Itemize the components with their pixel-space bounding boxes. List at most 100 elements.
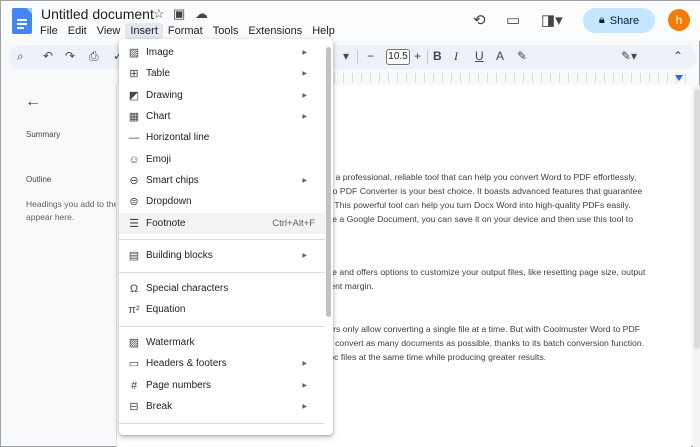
italic-icon[interactable]: I <box>454 49 458 64</box>
menu-item-page-numbers[interactable]: # Page numbers ▶ <box>119 375 325 396</box>
text-line: use and offers options to customize your… <box>323 267 646 277</box>
undo-icon[interactable]: ↶ <box>43 49 53 63</box>
break-icon: ⊟ <box>129 401 139 413</box>
menu-item-label: Headers & footers <box>146 358 227 369</box>
text-line: an convert as many documents as possible… <box>323 338 645 348</box>
docs-logo-icon[interactable] <box>12 8 32 34</box>
outline-sidebar: ← Summary Outline Headings you add to th… <box>1 85 121 447</box>
menu-item-label: Dropdown <box>146 196 192 207</box>
redo-icon[interactable]: ↷ <box>65 49 75 63</box>
menu-item-footnote[interactable]: ☰ Footnote Ctrl+Alt+F <box>119 213 325 234</box>
title-bar: Untitled document ☆ ▣ ☁ File Edit View I… <box>1 1 700 41</box>
bold-icon[interactable]: B <box>433 49 442 63</box>
menu-scrollbar[interactable] <box>326 47 331 317</box>
omega-icon: Ω <box>129 282 139 295</box>
insert-menu: ▨ Image ▶ ⊞ Table ▶ ◩ Drawing ▶ ▦ Chart … <box>119 39 333 435</box>
outline-hint: Headings you add to the appear here. <box>26 198 126 224</box>
text-line: Doc files at the same time while produci… <box>323 352 547 362</box>
menu-file[interactable]: File <box>35 23 63 39</box>
avatar[interactable]: h <box>668 9 690 31</box>
menu-item-emoji[interactable]: ☺ Emoji <box>119 149 325 170</box>
print-icon[interactable]: ⎙ <box>89 49 99 64</box>
decrease-font-size-icon[interactable]: − <box>367 49 374 63</box>
text-line: rters only allow converting a single fil… <box>323 324 641 334</box>
search-menus-icon[interactable]: ⌕ <box>17 49 24 64</box>
menu-item-building-blocks[interactable]: ▤ Building blocks ▶ <box>119 245 325 266</box>
paragraph-3[interactable]: rters only allow converting a single fil… <box>323 322 644 364</box>
highlight-color-icon[interactable]: ✎ <box>517 49 527 63</box>
menu-item-label: Horizontal line <box>146 132 210 143</box>
menu-item-watermark[interactable]: ▨ Watermark <box>119 332 325 353</box>
menu-item-smart-chips[interactable]: ⊖ Smart chips ▶ <box>119 170 325 191</box>
menu-divider <box>119 326 325 327</box>
menu-item-label: Emoji <box>146 154 172 165</box>
menu-divider <box>119 239 325 240</box>
editing-mode-icon[interactable]: ✎▾ <box>621 49 637 63</box>
increase-font-size-icon[interactable]: + <box>414 49 421 63</box>
text-line: ave a Google Document, you can save it o… <box>323 214 634 224</box>
submenu-arrow-icon: ▶ <box>302 71 307 77</box>
document-scrollbar[interactable] <box>693 85 700 447</box>
submenu-arrow-icon: ▶ <box>302 383 307 389</box>
submenu-arrow-icon: ▶ <box>302 114 307 120</box>
watermark-icon: ▨ <box>128 337 140 349</box>
submenu-arrow-icon: ▶ <box>302 93 307 99</box>
text-color-icon[interactable]: A <box>496 49 504 63</box>
paragraph-2[interactable]: use and offers options to customize your… <box>323 265 645 293</box>
meet-icon[interactable]: ◨▾ <box>541 11 563 29</box>
menu-edit[interactable]: Edit <box>63 23 92 39</box>
shortcut-label: Ctrl+Alt+F <box>272 218 315 229</box>
share-button[interactable]: 🔒︎ Share <box>583 8 655 33</box>
ruler-indent-marker[interactable] <box>675 75 683 81</box>
menu-extensions[interactable]: Extensions <box>243 23 307 39</box>
menu-item-chart[interactable]: ▦ Chart ▶ <box>119 106 325 127</box>
menu-item-drawing[interactable]: ◩ Drawing ▶ <box>119 85 325 106</box>
ruler[interactable] <box>334 73 694 83</box>
menu-item-image[interactable]: ▨ Image ▶ <box>119 42 325 63</box>
menu-divider <box>119 272 325 273</box>
lock-icon: 🔒︎ <box>598 14 605 26</box>
menu-item-dropdown[interactable]: ⊜ Dropdown <box>119 191 325 212</box>
menu-format[interactable]: Format <box>163 23 208 39</box>
menu-item-table[interactable]: ⊞ Table ▶ <box>119 63 325 84</box>
text-line: for a professional, reliable tool that c… <box>323 172 637 182</box>
horizontal-line-icon: — <box>128 131 140 144</box>
menu-item-label: Table <box>146 68 170 79</box>
toolbar: ⌕ ↶ ↷ ⎙ ✓ ▾ − 10.5 + B I U A ✎ ✎▾ ⌃ <box>9 45 697 69</box>
comments-icon[interactable]: ▭ <box>506 11 520 29</box>
menu-item-equation[interactable]: π² Equation <box>119 299 325 320</box>
menu-insert[interactable]: Insert <box>125 23 163 39</box>
paragraph-1[interactable]: for a professional, reliable tool that c… <box>323 170 642 226</box>
cloud-status-icon[interactable]: ☁ <box>195 6 208 22</box>
drawing-icon: ◩ <box>128 90 140 102</box>
text-line: d to PDF Converter is your best choice. … <box>323 186 643 196</box>
menu-tools[interactable]: Tools <box>208 23 244 39</box>
back-arrow-icon[interactable]: ← <box>25 93 41 111</box>
submenu-arrow-icon: ▶ <box>302 404 307 410</box>
menu-divider <box>119 423 325 424</box>
document-title[interactable]: Untitled document <box>41 6 154 22</box>
menu-item-horizontal-line[interactable]: — Horizontal line <box>119 127 325 148</box>
dropdown-icon: ⊜ <box>129 196 139 208</box>
emoji-icon: ☺ <box>128 153 140 166</box>
scrollbar-thumb[interactable] <box>694 89 700 349</box>
star-icon[interactable]: ☆ <box>153 6 165 22</box>
menu-item-label: Image <box>146 47 174 58</box>
building-blocks-icon: ▤ <box>128 250 140 262</box>
table-icon: ⊞ <box>129 68 139 80</box>
collapse-menus-icon[interactable]: ⌃ <box>673 49 683 63</box>
menu-item-label: Watermark <box>146 337 195 348</box>
version-history-icon[interactable]: ⟲ <box>473 11 486 29</box>
menu-item-special-characters[interactable]: Ω Special characters <box>119 278 325 299</box>
menu-item-headers-footers[interactable]: ▭ Headers & footers ▶ <box>119 353 325 374</box>
font-dropdown-chevron-icon[interactable]: ▾ <box>343 49 349 63</box>
underline-icon[interactable]: U <box>475 49 484 63</box>
menu-view[interactable]: View <box>92 23 126 39</box>
font-size-input[interactable]: 10.5 <box>386 49 410 65</box>
share-label: Share <box>609 14 640 27</box>
menu-help[interactable]: Help <box>307 23 340 39</box>
toolbar-divider <box>357 50 358 64</box>
menu-item-break[interactable]: ⊟ Break ▶ <box>119 396 325 417</box>
move-folder-icon[interactable]: ▣ <box>173 6 185 22</box>
menu-item-label: Drawing <box>146 90 183 101</box>
